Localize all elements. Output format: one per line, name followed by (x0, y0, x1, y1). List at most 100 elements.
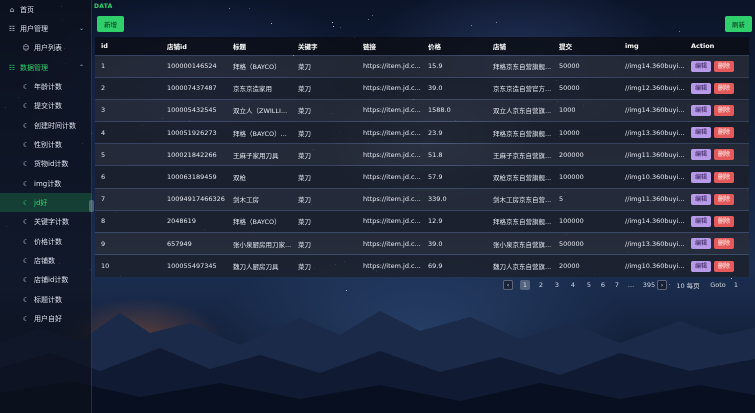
next-page-button[interactable]: › (657, 280, 667, 290)
table-cell: 拜格京东自营旗舰... (493, 218, 552, 227)
sidebar-item[interactable]: ☾ img计数 (0, 174, 92, 193)
mountain-background (0, 311, 755, 413)
goto-input[interactable]: 1 (730, 280, 742, 290)
sidebar-item[interactable]: ☾ 店铺id计数 (0, 270, 92, 289)
star (249, 8, 250, 9)
table-cell: 10000 (559, 128, 580, 137)
table-cell: 23.9 (428, 128, 443, 137)
moon-icon: ☾ (22, 314, 30, 323)
moon-icon: ☾ (22, 295, 30, 304)
table-cell: 4 (101, 128, 106, 137)
breadcrumb: DATA (94, 3, 113, 10)
sidebar-item-label: jd好 (34, 198, 48, 207)
table-cell: 张小泉京东自营旗... (493, 240, 552, 249)
page-number-button[interactable]: 6 (598, 280, 608, 290)
sidebar-item[interactable]: ☺ 用户列表 (0, 38, 92, 57)
edit-button[interactable]: 编辑 (691, 149, 712, 161)
star (271, 23, 272, 24)
table-cell: 2 (101, 84, 106, 93)
moon-icon: ☾ (22, 237, 30, 246)
table-cell: 魏刀人厨房刀具 (233, 263, 279, 272)
edit-button[interactable]: 编辑 (691, 60, 712, 72)
delete-button[interactable]: 删除 (714, 127, 735, 139)
data-table: id 店铺id 标题 关键字 链接 价格 店铺 提交 img Action 1 1000001465… (95, 37, 749, 277)
sidebar-item[interactable]: ☷ 用户管理 ⌄ (0, 19, 92, 38)
table-row: 8 2048619 拜格（BAYCO） 菜刀 https://item.jd.c... 1… (95, 210, 749, 233)
edit-button[interactable]: 编辑 (691, 260, 712, 272)
sidebar-item-label: 数据管理 (20, 63, 48, 72)
delete-button[interactable]: 删除 (714, 215, 735, 227)
sidebar-item[interactable]: ☾ 货物id计数 (0, 154, 92, 173)
table-row: 9 657949 张小泉厨房用刀家... 菜刀 https://item.jd.c...… (95, 232, 749, 255)
delete-button[interactable]: 删除 (714, 60, 735, 72)
page-size-select[interactable]: 10 每页 (674, 280, 702, 290)
sidebar-collapse-handle[interactable] (89, 200, 94, 212)
page-number-button[interactable]: 3 (552, 280, 562, 290)
star (496, 22, 497, 23)
sidebar-item[interactable]: ☾ 店铺数 (0, 251, 92, 270)
table-cell: 菜刀 (298, 218, 311, 227)
page-number-button[interactable]: 7 (612, 280, 622, 290)
refresh-button[interactable]: 刷新 (725, 16, 752, 32)
page-number-button[interactable]: 1 (520, 280, 530, 290)
edit-button[interactable]: 编辑 (691, 171, 712, 183)
prev-page-button[interactable]: ‹ (503, 280, 513, 290)
action-cell: 编辑 删除 (685, 144, 749, 166)
table-cell: 200000 (559, 150, 584, 159)
table-cell: 100000 (559, 173, 584, 182)
table-cell: 100055497345 (167, 262, 217, 271)
sidebar-item-label: 店铺id计数 (34, 275, 69, 284)
table-cell: 6 (101, 173, 106, 182)
table-cell: https://item.jd.c... (363, 239, 421, 248)
delete-button[interactable]: 删除 (714, 171, 735, 183)
edit-button[interactable]: 编辑 (691, 193, 712, 205)
sidebar-item[interactable]: ☷ 数据管理 ⌃ (0, 58, 92, 77)
moon-icon: ☾ (22, 82, 30, 91)
delete-button[interactable]: 删除 (714, 104, 735, 116)
page-number-button[interactable]: 4 (568, 280, 578, 290)
table-row: 10 100055497345 魏刀人厨房刀具 菜刀 https://item.jd.c… (95, 254, 749, 277)
sidebar-item-label: 用户管理 (20, 24, 48, 33)
edit-button[interactable]: 编辑 (691, 215, 712, 227)
sidebar-item-label: 性别计数 (34, 140, 62, 149)
table-header-row: id 店铺id 标题 关键字 链接 价格 店铺 提交 img Action (95, 37, 749, 55)
table-row: 6 100063189459 双枪 菜刀 https://item.jd.c... 57.… (95, 165, 749, 189)
sidebar-item[interactable]: ☾ 创建时间计数 (0, 116, 92, 135)
edit-button[interactable]: 编辑 (691, 127, 712, 139)
page-number-button[interactable]: 5 (584, 280, 594, 290)
moon-icon: ☾ (22, 217, 30, 226)
sidebar-item[interactable]: ☾ 提交计数 (0, 96, 92, 115)
sidebar-item[interactable]: ☾ 标题计数 (0, 290, 92, 309)
table-cell: 拜格京东自营旗舰... (493, 63, 552, 72)
edit-button[interactable]: 编辑 (691, 82, 712, 94)
delete-button[interactable]: 删除 (714, 82, 735, 94)
sidebar-item[interactable]: ☾ 用户自好 (0, 309, 92, 328)
star (372, 15, 373, 16)
sidebar-item[interactable]: ⌂ 首页 (0, 0, 92, 19)
action-cell: 编辑 删除 (685, 188, 749, 210)
edit-button[interactable]: 编辑 (691, 104, 712, 116)
sidebar-item[interactable]: ☾ 性别计数 (0, 135, 92, 154)
table-cell: 王麻子家用刀具 (233, 151, 279, 160)
sidebar-item[interactable]: ☾ 关键字计数 (0, 212, 92, 231)
sidebar-item[interactable]: ☾ jd好 (0, 193, 92, 212)
sidebar: ⌂ 首页 ☷ 用户管理 ⌄ ☺ 用户列表 ☷ 数据管理 ⌃ ☾ 年龄计数 ☾ 提交计数 ☾ 创建时间计数 ☾ 性别… (0, 0, 92, 413)
edit-button[interactable]: 编辑 (691, 238, 712, 250)
table-cell: 500000 (559, 239, 584, 248)
delete-button[interactable]: 删除 (714, 260, 735, 272)
delete-button[interactable]: 删除 (714, 193, 735, 205)
sidebar-item-label: 关键字计数 (34, 217, 69, 226)
table-row: 5 100021842266 王麻子家用刀具 菜刀 https://item.jd.c.… (95, 143, 749, 166)
user-list-icon: ☺ (22, 43, 30, 52)
sidebar-item[interactable]: ☾ 价格计数 (0, 232, 92, 251)
sidebar-item[interactable]: ☾ 年龄计数 (0, 77, 92, 96)
add-button[interactable]: 新增 (97, 16, 124, 32)
page-number-button[interactable]: 395 (642, 280, 656, 290)
page-number-button[interactable]: 2 (536, 280, 546, 290)
table-row: 3 100005432545 双立人（ZWILLI... 菜刀 https://item… (95, 99, 749, 122)
delete-button[interactable]: 删除 (714, 238, 735, 250)
delete-button[interactable]: 删除 (714, 149, 735, 161)
moon-icon: ☾ (22, 275, 30, 284)
table-cell: 20000 (559, 262, 580, 271)
table-cell: //img14.360buyi... (625, 62, 685, 71)
